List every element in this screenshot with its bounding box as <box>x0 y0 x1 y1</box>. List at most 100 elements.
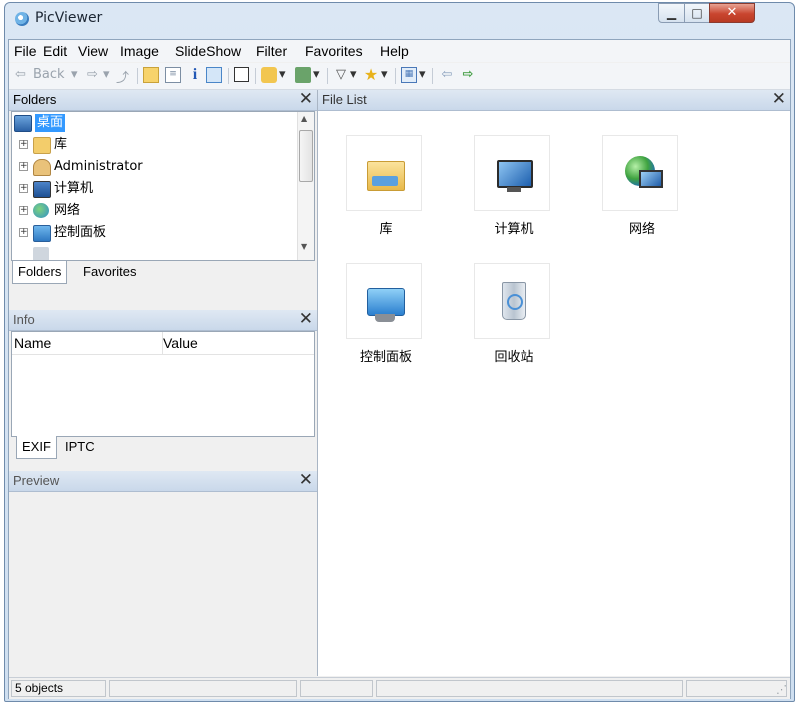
window-title: PicViewer <box>35 10 103 26</box>
app-window: PicViewer ▁ □ ✕ File Edit View Image Sli… <box>4 2 795 702</box>
back-button-label[interactable]: Back <box>33 67 65 85</box>
forward-dropdown-icon[interactable]: ▾ <box>103 67 110 85</box>
menu-slideshow[interactable]: SlideShow <box>175 43 241 59</box>
thumbnail <box>474 263 550 339</box>
recycle-bin-icon <box>33 247 49 260</box>
menu-file[interactable]: File <box>14 43 37 59</box>
info-list-wrap: Name Value <box>9 331 317 441</box>
list-view-icon[interactable]: ≡ <box>165 67 181 83</box>
next-image-icon[interactable]: ⇨ <box>460 67 476 83</box>
expand-icon[interactable]: + <box>19 206 28 215</box>
file-item-network[interactable]: 网络 <box>602 135 682 245</box>
file-label: 网络 <box>628 222 655 237</box>
close-button[interactable]: ✕ <box>709 3 755 23</box>
scroll-down-icon[interactable]: ▼ <box>301 242 307 251</box>
menu-view[interactable]: View <box>78 43 108 59</box>
control-panel-base <box>375 314 395 322</box>
minimize-icon: ▁ <box>666 6 677 20</box>
client-area: File Edit View Image SlideShow Filter Fa… <box>8 39 791 699</box>
preview-pane-icon[interactable] <box>206 67 222 83</box>
minimize-button[interactable]: ▁ <box>658 3 685 23</box>
maximize-icon: □ <box>691 6 703 20</box>
file-item-control-panel[interactable]: 控制面板 <box>346 263 426 373</box>
resize-grip-icon[interactable]: ⋰ <box>776 683 787 696</box>
file-label: 计算机 <box>494 222 534 237</box>
status-panel <box>300 680 373 697</box>
expand-icon[interactable]: + <box>19 162 28 171</box>
favorites-dropdown-icon[interactable]: ▾ <box>381 67 388 85</box>
info-panel-header: Info ✕ <box>9 309 317 331</box>
folders-pane-icon[interactable] <box>143 67 159 83</box>
tab-iptc[interactable]: IPTC <box>60 436 100 458</box>
thumbnail <box>474 135 550 211</box>
view-dropdown-icon[interactable]: ▾ <box>419 67 426 85</box>
info-panel-title: Info <box>13 312 35 327</box>
menu-help[interactable]: Help <box>380 43 409 59</box>
recycle-symbol <box>507 294 523 310</box>
file-list-title: File List <box>322 92 367 107</box>
open-dropdown-icon[interactable]: ▾ <box>279 67 286 85</box>
tree-item-label: Administrator <box>54 159 143 174</box>
menu-edit[interactable]: Edit <box>43 43 67 59</box>
library-icon-detail <box>372 176 398 186</box>
column-value[interactable]: Value <box>162 332 313 354</box>
previous-image-icon[interactable]: ⇦ <box>439 67 455 83</box>
slideshow-icon[interactable] <box>295 67 311 83</box>
folder-tree[interactable]: 桌面 + 库 + Administrator + 计算机 + 网络 + 控制面板… <box>11 111 315 261</box>
forward-button[interactable]: ⇨ <box>87 67 98 85</box>
file-item-library[interactable]: 库 <box>346 135 426 245</box>
menu-favorites[interactable]: Favorites <box>305 43 363 59</box>
tab-folders[interactable]: Folders <box>12 261 68 284</box>
info-icon[interactable]: i <box>187 67 203 83</box>
tree-item-label: 控制面板 <box>54 225 107 240</box>
tree-item-label: 计算机 <box>54 181 94 196</box>
fullscreen-icon[interactable] <box>234 67 249 82</box>
expand-icon[interactable]: + <box>19 228 28 237</box>
preview-panel-header: Preview ✕ <box>9 470 317 492</box>
slideshow-dropdown-icon[interactable]: ▾ <box>313 67 320 85</box>
up-folder-icon[interactable]: ⤴ <box>116 67 129 86</box>
status-panel <box>109 680 297 697</box>
back-dropdown-icon[interactable]: ▾ <box>71 67 78 85</box>
tab-favorites[interactable]: Favorites <box>78 261 141 283</box>
status-panel <box>686 680 787 697</box>
toolbar-separator <box>228 68 229 84</box>
toolbar-separator <box>432 68 433 84</box>
tree-item-label: 网络 <box>54 203 81 218</box>
tree-scrollbar[interactable]: ▲ ▼ <box>297 112 314 260</box>
back-arrow-icon: ⇦ <box>15 67 26 82</box>
title-bar[interactable]: PicViewer ▁ □ ✕ <box>5 3 794 33</box>
app-icon <box>15 12 29 26</box>
thumbnail <box>346 263 422 339</box>
file-item-recycle-bin[interactable]: 回收站 <box>474 263 554 373</box>
filter-icon[interactable]: ▽ <box>333 67 349 83</box>
toolbar-separator <box>327 68 328 84</box>
tree-item-label: 库 <box>54 137 68 152</box>
file-list-close-icon[interactable]: ✕ <box>772 89 786 109</box>
favorites-star-icon[interactable]: ★ <box>363 67 379 83</box>
scroll-up-icon[interactable]: ▲ <box>301 114 307 123</box>
maximize-button[interactable]: □ <box>684 3 710 23</box>
control-panel-icon <box>33 225 51 242</box>
control-panel-icon <box>367 288 405 316</box>
preview-close-icon[interactable]: ✕ <box>299 470 313 490</box>
expand-icon[interactable]: + <box>19 140 28 149</box>
thumbnail-view-icon[interactable]: ▦ <box>401 67 417 83</box>
info-list[interactable]: Name Value <box>11 331 315 437</box>
scrollbar-thumb[interactable] <box>299 130 313 182</box>
desktop-icon <box>14 115 32 132</box>
filter-dropdown-icon[interactable]: ▾ <box>350 67 357 85</box>
expand-icon[interactable]: + <box>19 184 28 193</box>
open-folder-icon[interactable] <box>261 67 277 83</box>
file-item-computer[interactable]: 计算机 <box>474 135 554 245</box>
tab-exif[interactable]: EXIF <box>16 436 57 459</box>
menu-filter[interactable]: Filter <box>256 43 287 59</box>
close-icon: ✕ <box>726 5 738 20</box>
info-close-icon[interactable]: ✕ <box>299 309 313 329</box>
user-folder-icon <box>33 159 51 176</box>
folders-close-icon[interactable]: ✕ <box>299 89 313 109</box>
column-name[interactable]: Name <box>14 332 163 354</box>
file-list-header: File List ✕ <box>318 89 790 111</box>
file-label: 回收站 <box>494 350 534 365</box>
menu-image[interactable]: Image <box>120 43 159 59</box>
